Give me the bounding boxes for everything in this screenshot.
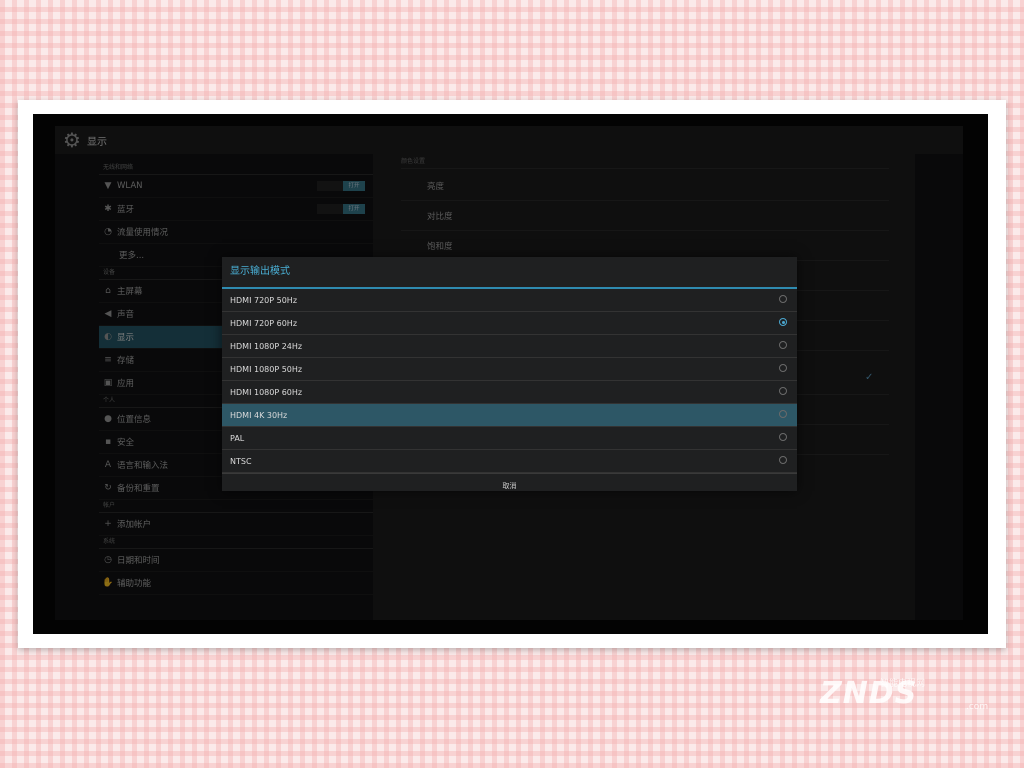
option-hdmi-1080p-50hz[interactable]: HDMI 1080P 50Hz <box>222 358 797 381</box>
radio-button[interactable] <box>779 387 787 395</box>
option-hdmi-1080p-24hz[interactable]: HDMI 1080P 24Hz <box>222 335 797 358</box>
option-pal[interactable]: PAL <box>222 427 797 450</box>
znds-watermark: ZNDS 智能电视网 .com <box>820 676 1010 736</box>
option-hdmi-720p-60hz[interactable]: HDMI 720P 60Hz <box>222 312 797 335</box>
option-label: HDMI 1080P 50Hz <box>230 364 303 374</box>
radio-button[interactable] <box>779 364 787 372</box>
radio-button-checked[interactable] <box>779 318 787 326</box>
watermark-domain: .com <box>966 702 989 712</box>
tv-screen: ⚙ 显示 无线和网络 ▼ WLAN 打开 ✱ 蓝牙 打开 ◔ 流量使用情况 更多… <box>33 114 988 634</box>
output-mode-dialog: 显示输出模式 HDMI 720P 50Hz HDMI 720P 60Hz HDM… <box>222 257 797 491</box>
radio-button[interactable] <box>779 295 787 303</box>
option-label: PAL <box>230 433 245 443</box>
watermark-subtitle: 智能电视网 <box>880 679 926 689</box>
radio-button[interactable] <box>779 410 787 418</box>
option-hdmi-1080p-60hz[interactable]: HDMI 1080P 60Hz <box>222 381 797 404</box>
radio-button[interactable] <box>779 433 787 441</box>
option-label: HDMI 720P 60Hz <box>230 318 298 328</box>
option-label: HDMI 1080P 24Hz <box>230 341 303 351</box>
option-label: HDMI 720P 50Hz <box>230 295 298 305</box>
dialog-title: 显示输出模式 <box>222 257 797 289</box>
option-label: HDMI 1080P 60Hz <box>230 387 303 397</box>
radio-button[interactable] <box>779 341 787 349</box>
radio-button[interactable] <box>779 456 787 464</box>
option-ntsc[interactable]: NTSC <box>222 450 797 473</box>
cancel-button[interactable]: 取消 <box>222 473 797 498</box>
option-hdmi-720p-50hz[interactable]: HDMI 720P 50Hz <box>222 289 797 312</box>
option-label: NTSC <box>230 456 252 466</box>
option-label: HDMI 4K 30Hz <box>230 410 288 420</box>
option-hdmi-4k-30hz[interactable]: HDMI 4K 30Hz <box>222 404 797 427</box>
